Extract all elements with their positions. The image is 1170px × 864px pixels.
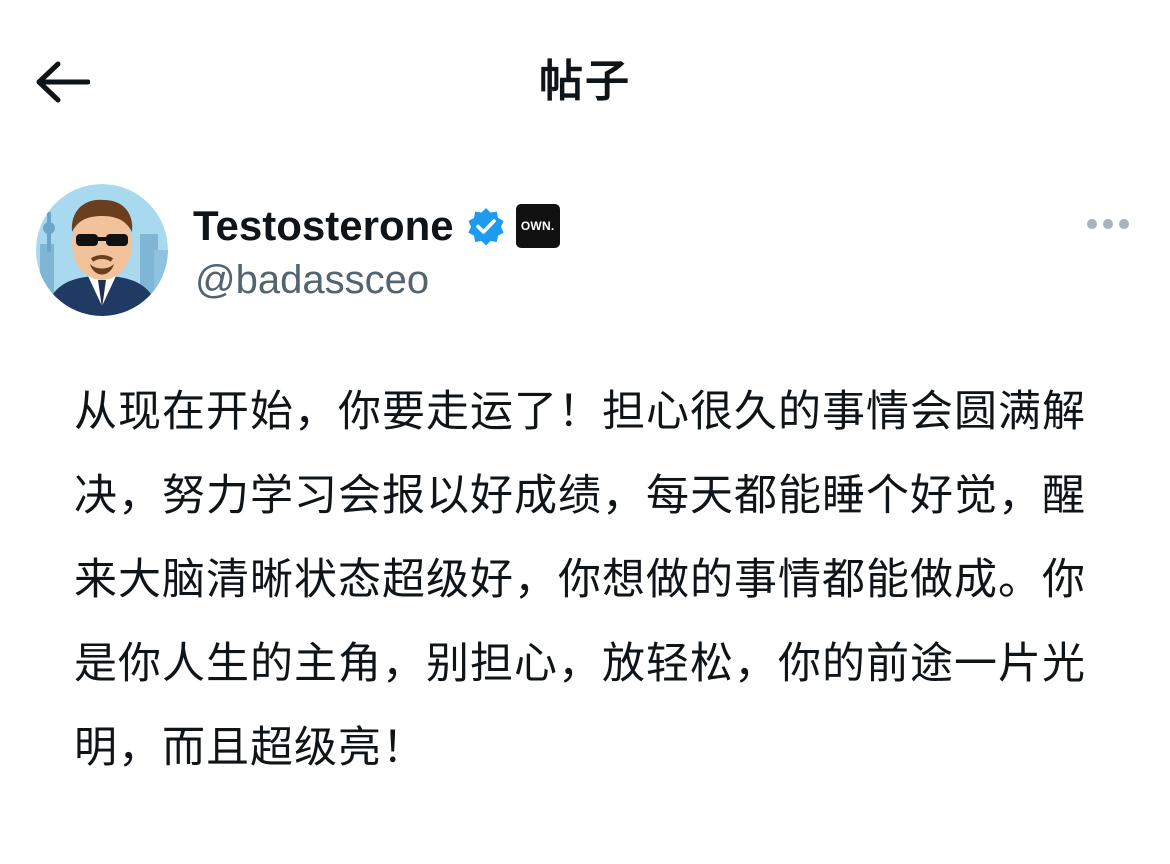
post-detail-screen: 帖子 Testosterone OWN. @badassceo 从现在开始，你要… [0, 0, 1170, 864]
author-display-name[interactable]: Testosterone [193, 198, 454, 254]
more-options-button[interactable] [1078, 206, 1138, 242]
verified-badge-icon [466, 206, 506, 246]
top-bar: 帖子 [0, 0, 1170, 165]
author-handle[interactable]: @badassceo [195, 254, 429, 306]
post-body-text: 从现在开始，你要走运了！担心很久的事情会圆满解决，努力学习会报以好成绩，每天都能… [74, 387, 1086, 773]
author-name-line: Testosterone OWN. [193, 196, 560, 256]
avatar-cartoon-businessman [36, 184, 168, 316]
page-title: 帖子 [539, 56, 631, 107]
avatar[interactable] [36, 184, 168, 316]
more-horizontal-icon [1087, 219, 1129, 229]
affiliate-badge[interactable]: OWN. [515, 204, 560, 248]
